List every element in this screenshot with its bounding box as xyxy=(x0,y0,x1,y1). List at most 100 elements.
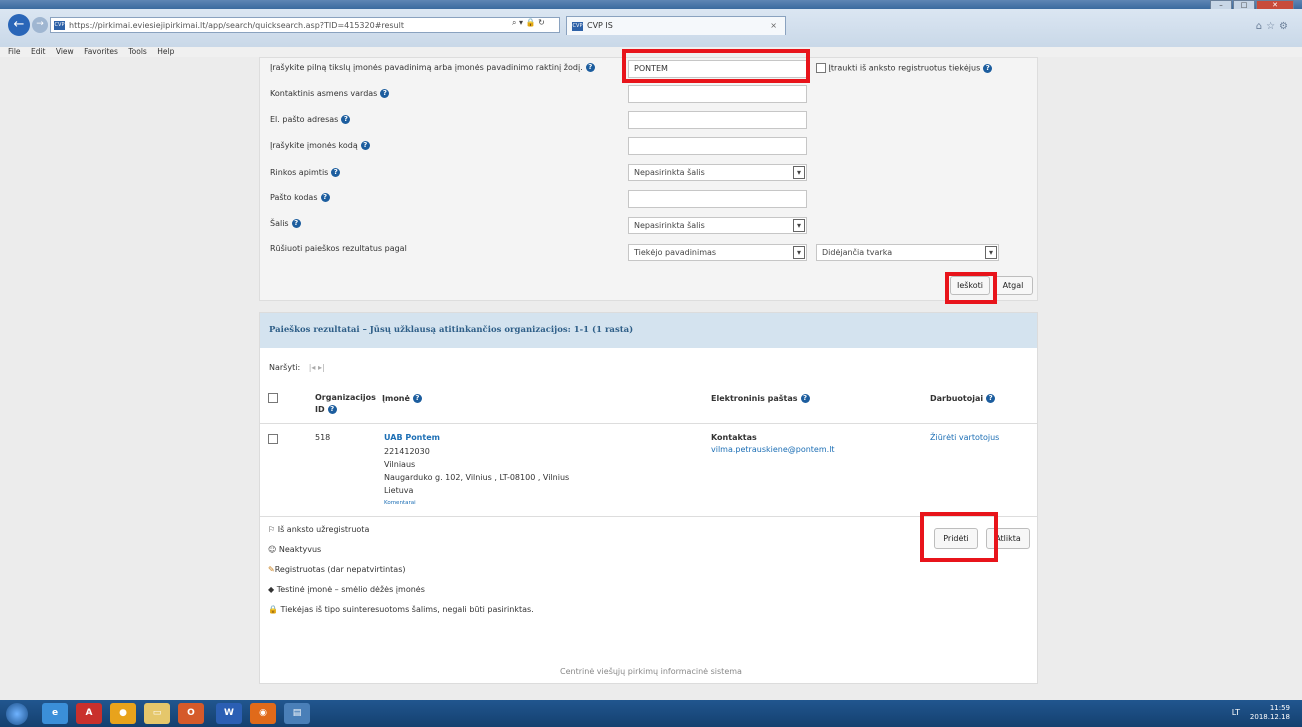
help-icon[interactable]: ? xyxy=(360,141,370,150)
org-id-cell: 518 xyxy=(315,433,331,442)
pdf-icon[interactable]: A xyxy=(76,703,102,724)
country-label: Šalis? xyxy=(270,219,301,228)
chevron-down-icon[interactable]: ▾ xyxy=(793,166,805,179)
folder-icon[interactable]: ▭ xyxy=(144,703,170,724)
page-footer: Centrinė viešųjų pirkimų informacinė sis… xyxy=(560,667,742,676)
postal-code-input[interactable] xyxy=(628,190,807,208)
legend-test-company: ◆ Testinė įmonė – smėlio dėžės įmonės xyxy=(268,585,425,594)
search-results: Paieškos rezultatai – Jūsų užklausą atit… xyxy=(259,312,1038,684)
select-all-checkbox[interactable] xyxy=(268,393,278,403)
chrome-icon[interactable]: ● xyxy=(110,703,136,724)
page-content: Įrašykite pilną tikslų įmonės pavadinimą… xyxy=(0,49,1302,700)
chevron-down-icon[interactable]: ▾ xyxy=(793,246,805,259)
view-users-link[interactable]: Žiūrėti vartotojus xyxy=(930,433,999,442)
tag-icon: ◆ xyxy=(268,585,275,594)
page-nav-icon[interactable]: |◂ ▸| xyxy=(309,363,325,372)
divider xyxy=(260,423,1037,424)
legend-interested-party: 🔒 Tiekėjas iš tipo suinteresuotoms šalim… xyxy=(268,605,534,614)
contact-label: Kontaktas xyxy=(711,433,757,442)
browser-toolbar: ← → CVP https://pirkimai.eviesiejipirkim… xyxy=(0,9,1302,47)
market-scope-label: Rinkos apimtis? xyxy=(270,168,341,177)
comments-link[interactable]: Komentarai xyxy=(384,500,416,506)
forward-arrow-icon[interactable]: → xyxy=(32,17,48,33)
tab-favicon-icon: CVP xyxy=(572,22,583,31)
results-header: Paieškos rezultatai – Jūsų užklausą atit… xyxy=(260,313,1037,348)
company-code: 221412030 xyxy=(384,447,430,456)
ie-icon[interactable]: e xyxy=(42,703,68,724)
help-icon[interactable]: ? xyxy=(585,63,595,72)
highlight-add-button xyxy=(920,512,998,562)
menu-favorites[interactable]: Favorites xyxy=(84,47,118,56)
browse-label: Naršyti: xyxy=(269,363,301,372)
company-name-link[interactable]: UAB Pontem xyxy=(384,433,440,442)
address-bar[interactable]: CVP https://pirkimai.eviesiejipirkimai.l… xyxy=(50,17,560,33)
search-form-panel: Įrašykite pilną tikslų įmonės pavadinimą… xyxy=(259,57,1038,301)
clock-time: 11:59 xyxy=(1269,704,1290,712)
employees-header: Darbuotojai? xyxy=(930,394,996,403)
window-titlebar: – □ ✕ xyxy=(0,0,1302,11)
company-code-input[interactable] xyxy=(628,137,807,155)
sort-order-value: Didėjančia tvarka xyxy=(822,248,893,257)
company-country: Lietuva xyxy=(384,486,414,495)
contact-name-input[interactable] xyxy=(628,85,807,103)
help-icon[interactable]: ? xyxy=(986,394,996,403)
taskbar: e A ● ▭ O W ◉ ▤ LT 11:59 2018.12.18 xyxy=(0,700,1302,727)
help-icon[interactable]: ? xyxy=(412,394,422,403)
postal-code-label: Pašto kodas? xyxy=(270,193,330,202)
clock-date: 2018.12.18 xyxy=(1249,713,1290,721)
browser-tools-icons[interactable]: ⌂☆⚙ xyxy=(1256,21,1292,32)
clock[interactable]: 11:59 2018.12.18 xyxy=(1250,704,1290,722)
menu-file[interactable]: File xyxy=(8,47,21,56)
row-checkbox[interactable] xyxy=(268,434,278,444)
market-scope-value: Nepasirinkta šalis xyxy=(634,168,705,177)
firefox-icon[interactable]: ◉ xyxy=(250,703,276,724)
company-city: Vilniaus xyxy=(384,460,416,469)
market-scope-select[interactable]: Nepasirinkta šalis ▾ xyxy=(628,164,807,181)
contact-email-link[interactable]: vilma.petrauskiene@pontem.lt xyxy=(711,445,835,454)
help-icon[interactable]: ? xyxy=(291,219,301,228)
help-icon[interactable]: ? xyxy=(341,115,351,124)
back-arrow-icon[interactable]: ← xyxy=(8,14,30,36)
highlight-search-button xyxy=(945,272,997,304)
sort-field-value: Tiekėjo pavadinimas xyxy=(634,248,717,257)
include-registered-checkbox[interactable] xyxy=(816,63,826,73)
language-indicator[interactable]: LT xyxy=(1232,708,1240,717)
chevron-down-icon[interactable]: ▾ xyxy=(793,219,805,232)
email-header: Elektroninis paštas? xyxy=(711,394,810,403)
tab-close-icon[interactable]: × xyxy=(770,17,777,35)
help-icon[interactable]: ? xyxy=(983,63,993,73)
company-header: Įmonė? xyxy=(382,394,422,403)
window-icon[interactable]: ▤ xyxy=(284,703,310,724)
tab-title: CVP IS xyxy=(587,21,613,30)
browser-tab[interactable]: CVP CVP IS × xyxy=(566,16,786,35)
help-icon[interactable]: ? xyxy=(380,89,390,98)
menu-help[interactable]: Help xyxy=(157,47,174,56)
org-id-header: Organizacijos ID? xyxy=(315,393,376,414)
inactive-icon: ☺ xyxy=(268,545,277,554)
sort-field-select[interactable]: Tiekėjo pavadinimas ▾ xyxy=(628,244,807,261)
legend-unconfirmed: ✎Registruotas (dar nepatvirtintas) xyxy=(268,565,406,574)
menu-view[interactable]: View xyxy=(56,47,74,56)
company-name-label: Įrašykite pilną tikslų įmonės pavadinimą… xyxy=(270,63,595,72)
company-code-label: Įrašykite įmonės kodą? xyxy=(270,141,370,150)
legend-inactive: ☺ Neaktyvus xyxy=(268,545,322,554)
office-icon[interactable]: O xyxy=(178,703,204,724)
help-icon[interactable]: ? xyxy=(331,168,341,177)
email-input[interactable] xyxy=(628,111,807,129)
country-select[interactable]: Nepasirinkta šalis ▾ xyxy=(628,217,807,234)
help-icon[interactable]: ? xyxy=(327,405,337,414)
include-registered-option: Įtraukti iš anksto registruotus tiekėjus… xyxy=(816,63,993,73)
word-icon[interactable]: W xyxy=(216,703,242,724)
help-icon[interactable]: ? xyxy=(320,193,330,202)
country-value: Nepasirinkta šalis xyxy=(634,221,705,230)
sort-label: Rūšiuoti paieškos rezultatus pagal xyxy=(270,244,407,253)
menu-tools[interactable]: Tools xyxy=(128,47,146,56)
back-button[interactable]: Atgal xyxy=(993,276,1033,295)
start-button[interactable] xyxy=(6,703,28,725)
address-bar-icons[interactable]: ⌕ ▾ 🔒 ↻ xyxy=(512,18,545,28)
sort-order-select[interactable]: Didėjančia tvarka ▾ xyxy=(816,244,999,261)
chevron-down-icon[interactable]: ▾ xyxy=(985,246,997,259)
menu-edit[interactable]: Edit xyxy=(31,47,46,56)
help-icon[interactable]: ? xyxy=(800,394,810,403)
email-label: El. pašto adresas? xyxy=(270,115,351,124)
